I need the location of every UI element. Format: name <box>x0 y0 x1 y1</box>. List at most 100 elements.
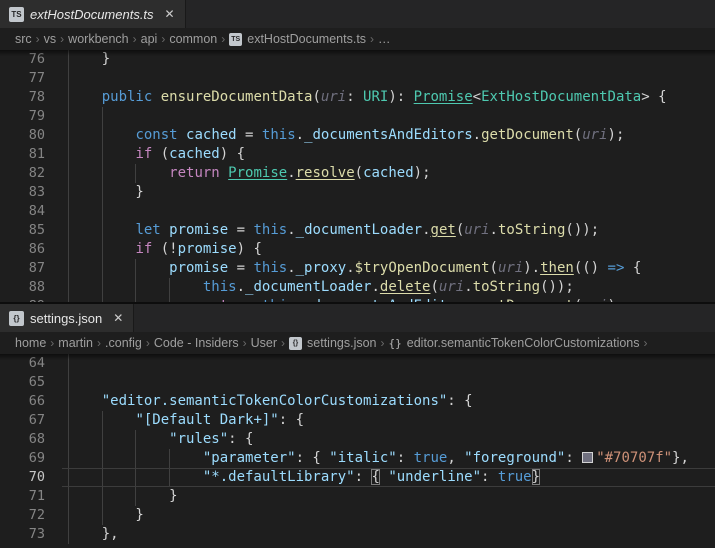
code-line[interactable]: 87 promise = this._proxy.$tryOpenDocumen… <box>0 259 715 278</box>
code-token: ); <box>608 298 625 302</box>
chevron-right-icon: › <box>161 32 165 46</box>
chevron-right-icon: › <box>370 32 374 46</box>
code-line[interactable]: 78 public ensureDocumentData(uri: URI): … <box>0 88 715 107</box>
code-line[interactable]: 67 "[Default Dark+]": { <box>0 411 715 430</box>
breadcrumb-item[interactable]: martin <box>58 336 93 350</box>
line-number[interactable]: 80 <box>0 126 62 145</box>
code-line[interactable]: 81 if (cached) { <box>0 145 715 164</box>
line-number[interactable]: 65 <box>0 373 62 392</box>
line-number[interactable]: 69 <box>0 449 62 468</box>
breadcrumb-item[interactable]: {}editor.semanticTokenColorCustomization… <box>389 336 640 350</box>
code-line[interactable]: 76 } <box>0 50 715 69</box>
line-number[interactable]: 89 <box>0 297 62 302</box>
code-line[interactable]: 84 <box>0 202 715 221</box>
code-line[interactable]: 79 <box>0 107 715 126</box>
code-line[interactable]: 65 <box>0 373 715 392</box>
line-number[interactable]: 70 <box>0 468 62 487</box>
line-number[interactable]: 86 <box>0 240 62 259</box>
line-number[interactable]: 78 <box>0 88 62 107</box>
line-number[interactable]: 76 <box>0 50 62 69</box>
code-line[interactable]: 71 } <box>0 487 715 506</box>
line-number[interactable]: 82 <box>0 164 62 183</box>
code-token <box>68 431 169 447</box>
code-line[interactable]: 73 }, <box>0 525 715 544</box>
line-number[interactable]: 85 <box>0 221 62 240</box>
code-token: this <box>262 298 296 302</box>
code-line[interactable]: 86 if (!promise) { <box>0 240 715 259</box>
code-line[interactable]: 72 } <box>0 506 715 525</box>
code-line[interactable]: 80 const cached = this._documentsAndEdit… <box>0 126 715 145</box>
close-icon[interactable]: ✕ <box>113 312 123 324</box>
code-line[interactable]: 64 <box>0 354 715 373</box>
editor-code-area: 76 }7778 public ensureDocumentData(uri: … <box>0 50 715 302</box>
code-token: ()); <box>540 279 574 295</box>
code-token <box>161 222 169 238</box>
line-number[interactable]: 64 <box>0 354 62 373</box>
code-line[interactable]: 66 "editor.semanticTokenColorCustomizati… <box>0 392 715 411</box>
breadcrumb-item[interactable]: … <box>378 32 391 46</box>
indent-guide <box>102 297 103 302</box>
json-file-icon: {} <box>289 337 302 350</box>
code-line[interactable]: 88 this._documentLoader.delete(uri.toStr… <box>0 278 715 297</box>
code-token: ). <box>523 260 540 276</box>
breadcrumb-item[interactable]: src <box>15 32 32 46</box>
line-number[interactable]: 83 <box>0 183 62 202</box>
code-line[interactable]: 82 return Promise.resolve(cached); <box>0 164 715 183</box>
line-number[interactable]: 81 <box>0 145 62 164</box>
breadcrumb-item[interactable]: common <box>169 32 217 46</box>
code-line-text <box>62 202 715 221</box>
code-line[interactable]: 68 "rules": { <box>0 430 715 449</box>
breadcrumb-item[interactable]: Code - Insiders <box>154 336 239 350</box>
line-number[interactable]: 68 <box>0 430 62 449</box>
indent-guide <box>102 221 103 240</box>
breadcrumb-item[interactable]: TSextHostDocuments.ts <box>229 32 366 46</box>
breadcrumb-item[interactable]: User <box>251 336 277 350</box>
line-number[interactable]: 77 <box>0 69 62 88</box>
line-number[interactable]: 79 <box>0 107 62 126</box>
line-number[interactable]: 72 <box>0 506 62 525</box>
line-number[interactable]: 73 <box>0 525 62 544</box>
code-token: . <box>346 260 354 276</box>
code-line-text: } <box>62 506 715 525</box>
tab-extHostDocuments.ts[interactable]: TSextHostDocuments.ts✕ <box>0 0 186 28</box>
breadcrumb-item[interactable]: .config <box>105 336 142 350</box>
indent-guide <box>102 202 103 221</box>
code-token <box>68 393 102 409</box>
color-swatch[interactable] <box>582 452 593 463</box>
breadcrumb-item[interactable]: api <box>141 32 158 46</box>
code-token: $tryOpenDocument <box>355 260 490 276</box>
code-token: uri <box>464 222 489 238</box>
code-token: ( <box>456 222 464 238</box>
breadcrumb-item[interactable]: vs <box>44 32 57 46</box>
line-number[interactable]: 87 <box>0 259 62 278</box>
breadcrumb-item[interactable]: {}settings.json <box>289 336 376 350</box>
tab-settings.json[interactable]: {}settings.json✕ <box>0 304 134 332</box>
indent-guide <box>68 69 69 88</box>
code-token <box>152 89 160 105</box>
breadcrumb-item[interactable]: home <box>15 336 46 350</box>
code-token: ( <box>355 165 363 181</box>
close-icon[interactable]: ✕ <box>165 8 175 20</box>
line-number[interactable]: 71 <box>0 487 62 506</box>
chevron-right-icon: › <box>36 32 40 46</box>
breadcrumb-label: extHostDocuments.ts <box>247 32 366 46</box>
line-number[interactable]: 88 <box>0 278 62 297</box>
code-token: _documentsAndEditors <box>304 298 473 302</box>
code-token: resolve <box>296 165 355 181</box>
line-number[interactable]: 66 <box>0 392 62 411</box>
code-token: : { <box>228 431 253 447</box>
line-number[interactable]: 67 <box>0 411 62 430</box>
code-line[interactable]: 85 let promise = this._documentLoader.ge… <box>0 221 715 240</box>
code-token: const <box>135 127 177 143</box>
breadcrumb-label: home <box>15 336 46 350</box>
code-line[interactable]: 89 return this._documentsAndEditors.getD… <box>0 297 715 302</box>
code-line[interactable]: 77 <box>0 69 715 88</box>
code-line[interactable]: 69 "parameter": { "italic": true, "foreg… <box>0 449 715 468</box>
line-number[interactable]: 84 <box>0 202 62 221</box>
code-token: ( <box>490 260 498 276</box>
breadcrumb-item[interactable]: workbench <box>68 32 128 46</box>
code-line[interactable]: 83 } <box>0 183 715 202</box>
code-token: "italic" <box>329 450 396 466</box>
code-line[interactable]: 70 "*.defaultLibrary": { "underline": tr… <box>0 468 715 487</box>
indent-guide <box>68 145 69 164</box>
